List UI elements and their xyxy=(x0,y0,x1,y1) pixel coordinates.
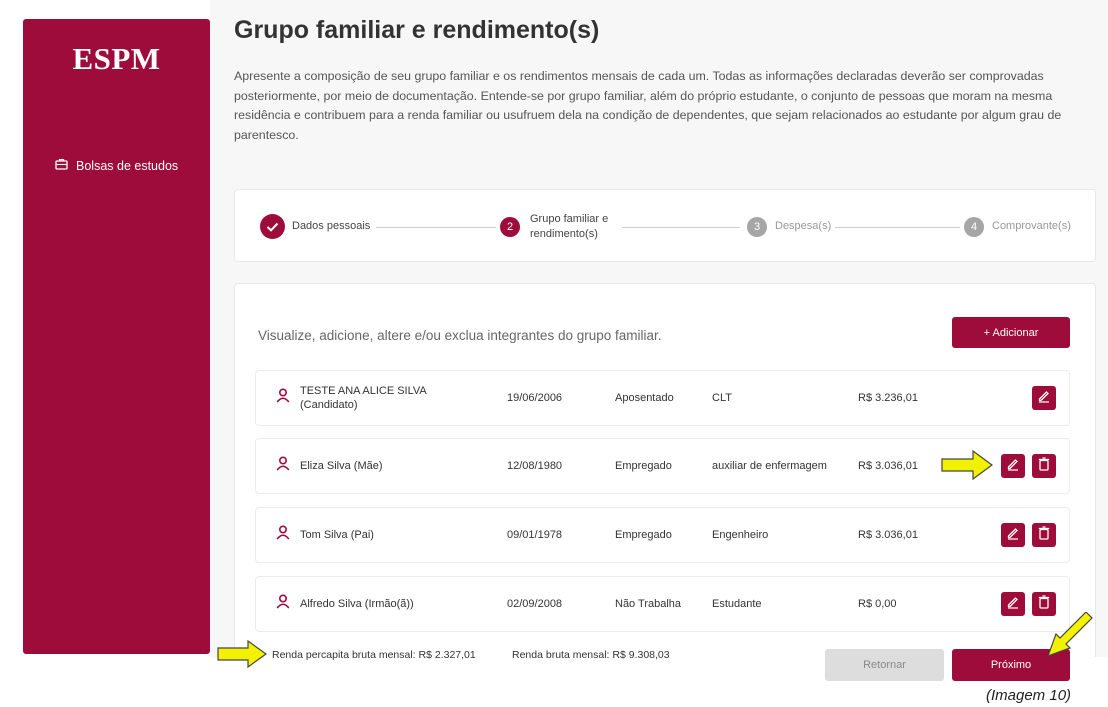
trash-icon xyxy=(1038,594,1050,614)
member-birthdate: 09/01/1978 xyxy=(507,529,563,541)
edit-button[interactable] xyxy=(1001,454,1025,478)
annotation-arrow-icon xyxy=(217,640,267,668)
intro-paragraph: Apresente a composição de seu grupo fami… xyxy=(234,69,1062,142)
member-birthdate: 12/08/1980 xyxy=(507,460,563,472)
edit-button[interactable] xyxy=(1001,523,1025,547)
person-icon xyxy=(276,456,290,476)
step-3-number: 3 xyxy=(747,217,767,237)
member-name: Alfredo Silva (Irmão(ã)) xyxy=(300,598,414,610)
trash-icon xyxy=(1038,525,1050,545)
gross-income: Renda bruta mensal: R$ 9.308,03 xyxy=(512,649,670,661)
member-occupation: CLT xyxy=(712,392,732,404)
member-income: R$ 3.236,01 xyxy=(858,392,918,404)
pencil-icon xyxy=(1006,457,1020,476)
step-2-number: 2 xyxy=(500,217,520,237)
member-occupation: Engenheiro xyxy=(712,529,769,541)
member-name: Tom Silva (Pai) xyxy=(300,529,374,541)
per-capita-income: Renda percapita bruta mensal: R$ 2.327,0… xyxy=(272,649,476,661)
pencil-icon xyxy=(1006,526,1020,545)
section-heading: Visualize, adicione, altere e/ou exclua … xyxy=(258,328,662,343)
pencil-icon xyxy=(1037,389,1051,408)
step-connector xyxy=(835,227,960,228)
step-1-label: Dados pessoais xyxy=(292,220,371,232)
member-birthdate: 02/09/2008 xyxy=(507,598,563,610)
table-row: Alfredo Silva (Irmão(ã)) 02/09/2008 Não … xyxy=(255,576,1070,632)
table-row: TESTE ANA ALICE SILVA (Candidato) 19/06/… xyxy=(255,370,1070,426)
person-icon xyxy=(276,594,290,614)
page-title: Grupo familiar e rendimento(s) xyxy=(234,16,600,44)
espm-logo: ESPM xyxy=(72,41,161,76)
table-row: Tom Silva (Pai) 09/01/1978 Empregado Eng… xyxy=(255,507,1070,563)
member-income: R$ 3.036,01 xyxy=(858,460,918,472)
step-connector xyxy=(376,227,496,228)
image-caption: (Imagem 10) xyxy=(986,687,1072,704)
delete-button[interactable] xyxy=(1032,454,1056,478)
check-icon xyxy=(260,214,285,239)
edit-button[interactable] xyxy=(1032,386,1056,410)
step-connector xyxy=(622,227,740,228)
member-status: Não Trabalha xyxy=(615,598,682,610)
annotation-arrow-icon xyxy=(941,450,993,480)
main-content: Grupo familiar e rendimento(s) Apresente… xyxy=(210,0,1108,707)
step-4-label: Comprovante(s) xyxy=(992,220,1071,232)
back-button[interactable]: Retornar xyxy=(825,649,944,681)
annotation-arrow-icon xyxy=(1046,612,1093,658)
stepper: Dados pessoais 2 Grupo familiar e rendim… xyxy=(234,189,1096,262)
member-status: Empregado xyxy=(615,529,672,541)
pencil-icon xyxy=(1006,595,1020,614)
member-status: Empregado xyxy=(615,460,672,472)
trash-icon xyxy=(1038,456,1050,476)
person-icon xyxy=(276,525,290,545)
step-2-label: Grupo familiar e rendimento(s) xyxy=(530,213,609,240)
member-status: Aposentado xyxy=(615,392,674,404)
member-income: R$ 3.036,01 xyxy=(858,529,918,541)
member-occupation: auxiliar de enfermagem xyxy=(712,460,827,472)
person-icon xyxy=(276,388,290,408)
member-occupation: Estudante xyxy=(712,598,762,610)
member-name: TESTE ANA ALICE SILVA (Candidato) xyxy=(300,385,427,411)
sidebar-item-label: Bolsas de estudos xyxy=(76,158,179,173)
member-income: R$ 0,00 xyxy=(858,598,897,610)
sidebar-item-bolsas[interactable]: Bolsas de estudos xyxy=(55,158,178,173)
edit-button[interactable] xyxy=(1001,592,1025,616)
sidebar: ESPM Bolsas de estudos xyxy=(23,19,210,654)
member-name: Eliza Silva (Mãe) xyxy=(300,460,383,472)
add-member-button[interactable]: + Adicionar xyxy=(952,317,1070,348)
member-birthdate: 19/06/2006 xyxy=(507,392,563,404)
briefcase-icon xyxy=(55,158,68,173)
step-3-label: Despesa(s) xyxy=(775,220,832,232)
delete-button[interactable] xyxy=(1032,523,1056,547)
step-4-number: 4 xyxy=(964,217,984,237)
